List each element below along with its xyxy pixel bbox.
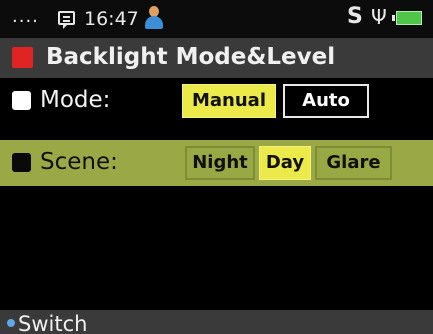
- message-icon: [58, 11, 75, 29]
- scene-option-day[interactable]: Day: [259, 146, 311, 180]
- mode-bullet-icon: [12, 91, 31, 110]
- softkey-bar: Switch: [0, 310, 433, 334]
- status-bar: .... 16:47 S Ψ: [0, 0, 433, 38]
- mode-setting-row[interactable]: Mode: Manual Auto: [0, 78, 433, 124]
- sync-indicator: S: [347, 4, 363, 29]
- scene-option-glare[interactable]: Glare: [315, 146, 392, 180]
- switch-softkey[interactable]: Switch: [18, 312, 87, 334]
- mode-label: Mode:: [40, 87, 111, 113]
- mode-option-auto[interactable]: Auto: [283, 84, 369, 118]
- user-icon: [145, 6, 163, 30]
- scene-bullet-icon: [12, 153, 31, 172]
- title-bar: Backlight Mode&Level: [0, 38, 433, 78]
- menu-square-icon: [12, 47, 33, 68]
- mode-option-manual[interactable]: Manual: [182, 84, 276, 118]
- user-icon-body: [145, 16, 163, 29]
- scene-setting-row[interactable]: Scene: Night Day Glare: [0, 140, 433, 186]
- signal-indicator: ....: [12, 6, 39, 27]
- battery-icon: [392, 11, 422, 25]
- scene-label: Scene:: [40, 149, 118, 175]
- scene-option-night[interactable]: Night: [185, 146, 255, 180]
- usb-icon: Ψ: [371, 5, 387, 29]
- clock: 16:47: [84, 8, 139, 30]
- page-title: Backlight Mode&Level: [46, 44, 336, 70]
- softkey-dot-icon: [7, 319, 15, 327]
- device-screen: .... 16:47 S Ψ Backlight Mode&Level Mode…: [0, 0, 433, 334]
